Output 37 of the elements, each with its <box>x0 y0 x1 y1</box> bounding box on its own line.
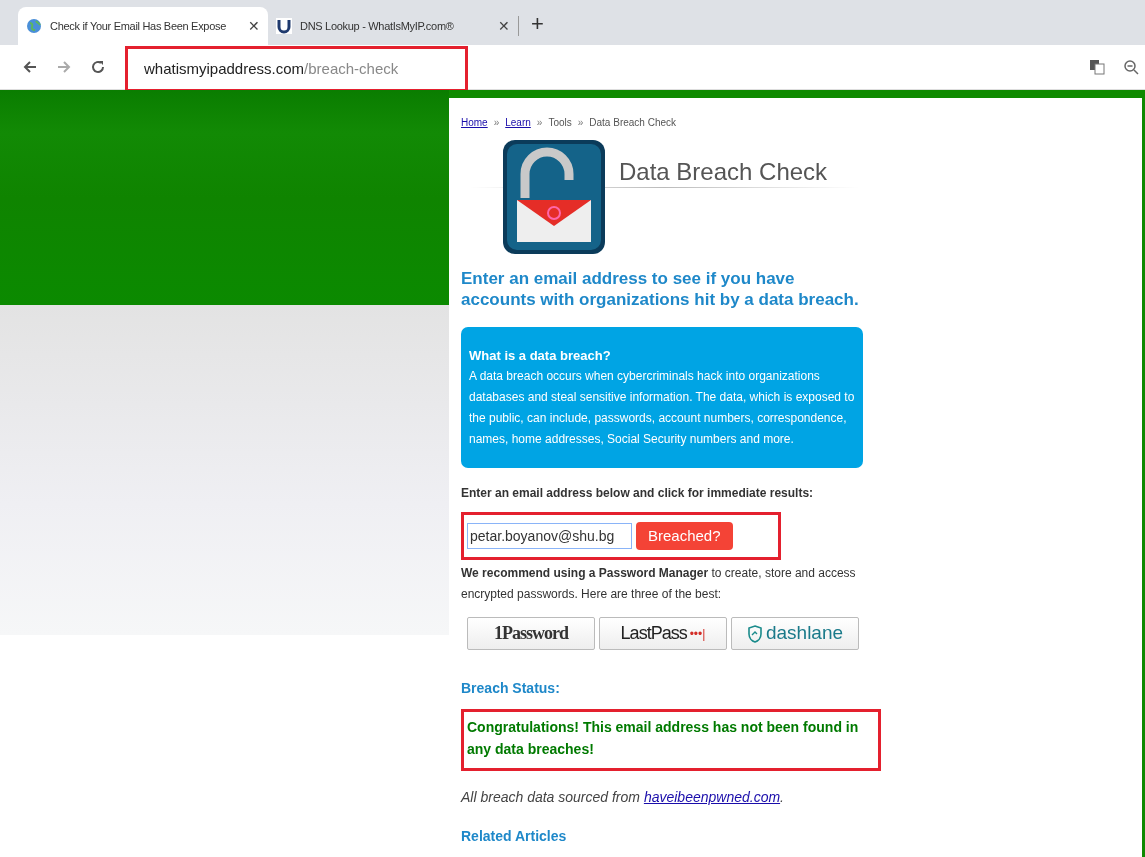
back-icon[interactable] <box>22 59 38 75</box>
breadcrumb-item: Data Breach Check <box>589 116 677 130</box>
browser-tab[interactable]: Check if Your Email Has Been Expose ✕ <box>18 7 268 45</box>
globe-icon <box>26 18 42 34</box>
breadcrumb-separator: » <box>577 116 584 130</box>
password-manager-button[interactable]: dashlane <box>731 617 859 650</box>
related-heading: Related Articles <box>461 827 568 846</box>
breadcrumb-link[interactable]: Home <box>461 115 488 130</box>
shield-icon <box>746 624 763 643</box>
tab-title: Check if Your Email Has Been Expose <box>50 18 227 34</box>
close-icon[interactable]: ✕ <box>248 15 260 37</box>
breached-button[interactable]: Breached? <box>636 522 733 550</box>
close-icon[interactable]: ✕ <box>498 15 510 37</box>
breadcrumb-separator: » <box>536 116 543 130</box>
breadcrumb-separator: » <box>493 116 500 130</box>
reload-icon[interactable] <box>90 59 106 75</box>
info-text: A data breach occurs when cybercriminals hack into organizations databases and steal sensitive information. The data, which is exposed to the public, can include, passwords, account numbers, correspondence, names, home addresses, Social Security numbers and more. <box>469 368 855 448</box>
intro-text: Enter an email address to see if you have accounts with organizations hit by a data breach. <box>461 268 860 310</box>
email-field[interactable]: petar.boyanov@shu.bg <box>467 523 632 549</box>
password-manager-button[interactable]: LastPass •••| <box>599 617 727 650</box>
status-heading: Breach Status: <box>461 679 561 698</box>
status-message: Congratulations! This email address has not been found in any data breaches! <box>467 718 860 759</box>
address-bar[interactable]: whatismyipaddress.com/breach-check <box>144 57 399 81</box>
tab-title: DNS Lookup - WhatIsMyIP.com® <box>300 18 455 34</box>
breadcrumb-item: Tools <box>548 116 572 130</box>
breadcrumb-link[interactable]: Learn <box>505 115 531 130</box>
page-title: Data Breach Check <box>619 157 828 187</box>
password-manager-button[interactable]: 1Password <box>467 617 595 650</box>
form-label: Enter an email address below and click for immediate results: <box>461 485 815 502</box>
source-text: All breach data sourced from haveibeenpwned.com. <box>461 788 785 807</box>
info-heading: What is a data breach? <box>469 347 612 365</box>
lock-envelope-icon <box>503 140 605 254</box>
translate-icon[interactable] <box>1089 59 1105 75</box>
new-tab-button[interactable]: + <box>519 7 556 40</box>
zoom-out-icon[interactable] <box>1123 59 1139 75</box>
recommend-text: We recommend using a Password Manager to create, store and access encrypted passwords. Here are three of the best: <box>461 565 857 603</box>
site-logo-icon <box>276 18 292 34</box>
